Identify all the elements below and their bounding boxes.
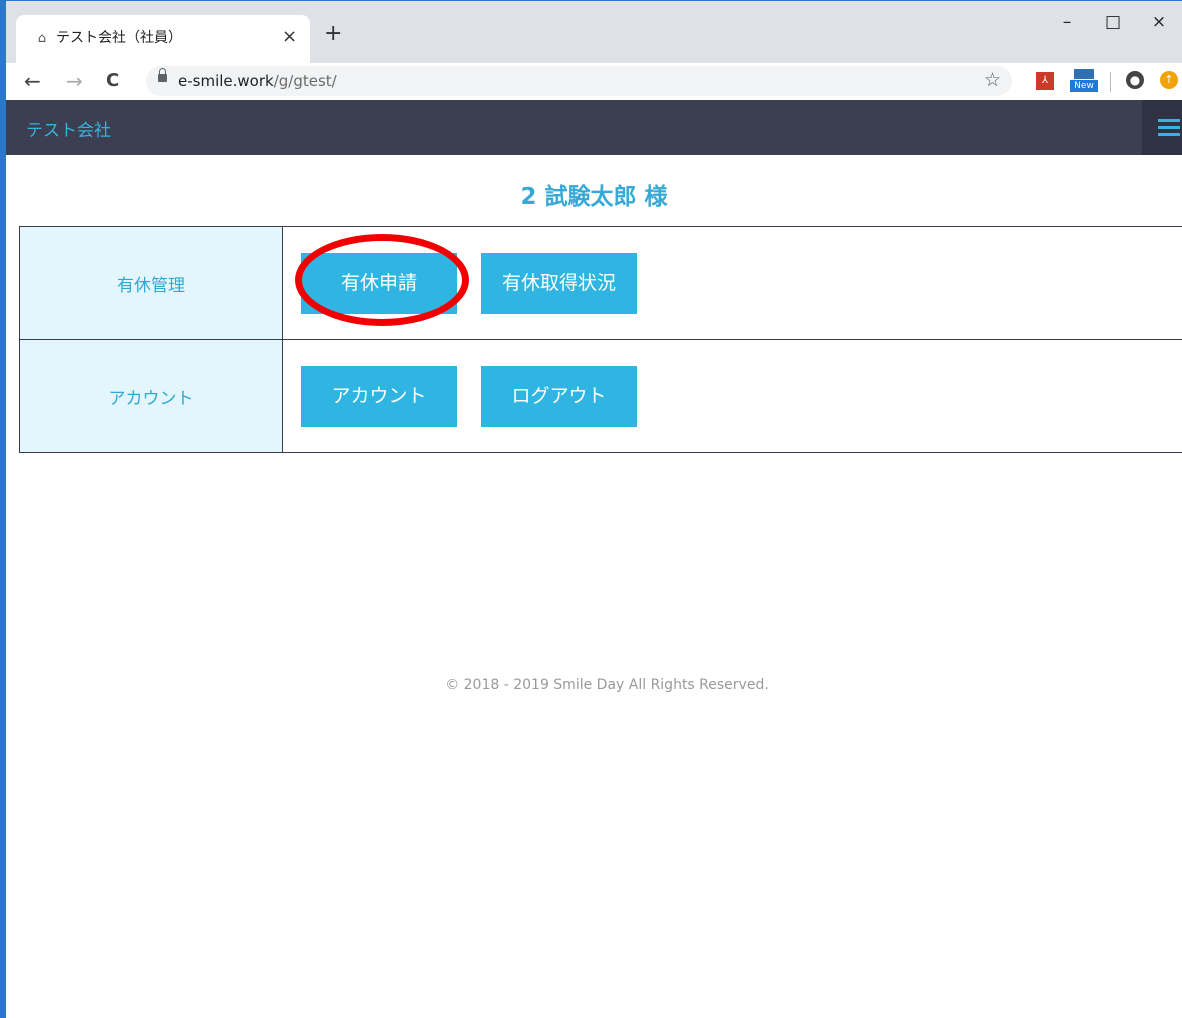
leave-status-button[interactable]: 有休取得状況 [481,252,637,314]
row-buttons: 有休申請 有休取得状況 [282,226,1182,340]
footer-copyright: © 2018 - 2019 Smile Day All Rights Reser… [445,677,769,693]
site-name[interactable]: テスト会社 [26,116,111,141]
new-tab-button[interactable]: + [324,23,342,45]
browser-toolbar: ← → C e-smile.work/g/gtest/ ☆ ⅄ New ● ↑ [6,63,1182,101]
extension-bar-shape [1074,69,1094,79]
close-tab-icon[interactable]: × [282,26,297,47]
bookmark-star-icon[interactable]: ☆ [984,69,1001,91]
url-text: e-smile.work/g/gtest/ [178,72,337,90]
close-window-button[interactable]: × [1136,7,1182,37]
extension-new-label: New [1070,80,1098,92]
tab-strip: ⌂ テスト会社（社員） × + – □ × [6,1,1182,63]
menu-table: 有休管理 有休申請 有休取得状況 アカウント アカウント ログアウト [19,226,1182,453]
browser-tab[interactable]: ⌂ テスト会社（社員） × [16,15,310,63]
update-icon[interactable]: ↑ [1160,71,1178,89]
hamburger-line [1158,126,1180,129]
hamburger-line [1158,119,1180,122]
maximize-button[interactable]: □ [1090,7,1136,37]
pdf-extension-icon[interactable]: ⅄ [1036,72,1054,90]
row-buttons: アカウント ログアウト [282,339,1182,453]
leave-request-button[interactable]: 有休申請 [301,252,457,314]
hamburger-menu-icon[interactable] [1142,100,1182,155]
url-path: /g/gtest/ [273,72,337,90]
url-host: e-smile.work [178,72,274,90]
site-header: テスト会社 [6,100,1182,155]
menu-row-paid-leave: 有休管理 有休申請 有休取得状況 [19,226,1182,340]
address-bar[interactable]: e-smile.work/g/gtest/ [146,66,1012,96]
toolbar-divider [1110,72,1111,92]
back-button[interactable]: ← [24,67,41,95]
user-greeting: 2 試験太郎 様 [520,184,668,210]
minimize-button[interactable]: – [1044,7,1090,37]
row-label: 有休管理 [19,226,283,340]
tab-title: テスト会社（社員） [56,30,182,46]
hamburger-line [1158,133,1180,136]
reload-button[interactable]: C [106,67,119,95]
logout-button[interactable]: ログアウト [481,365,637,427]
row-label: アカウント [19,339,283,453]
lock-icon [158,68,167,82]
browser-window: ⌂ テスト会社（社員） × + – □ × ← → C e-smile.work… [0,0,1182,1018]
profile-icon[interactable]: ● [1126,71,1144,89]
new-extension-icon[interactable]: New [1070,69,1098,93]
menu-row-account: アカウント アカウント ログアウト [19,339,1182,453]
site-favicon-icon: ⌂ [37,31,47,46]
forward-button[interactable]: → [66,67,83,95]
account-button[interactable]: アカウント [301,365,457,427]
